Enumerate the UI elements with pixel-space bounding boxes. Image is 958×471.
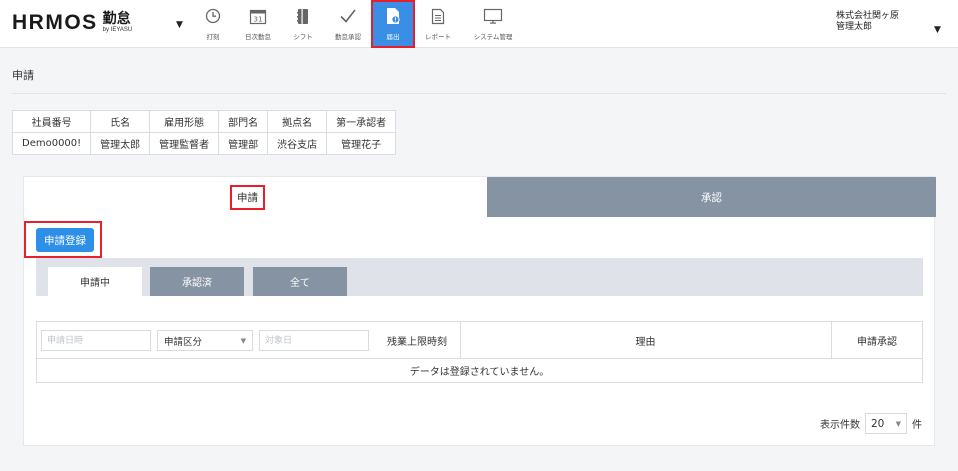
nav-label: シフト — [293, 33, 313, 41]
table-cell: Demo0000! — [11, 132, 92, 155]
top-bar: HRMOS 勤怠 by IEYASU ▼ 打刻 31 日次勤怠 シフト 勤怠承認… — [0, 0, 958, 48]
account-caret-icon[interactable]: ▼ — [934, 25, 941, 35]
report-icon — [431, 7, 445, 25]
table-cell: 管理監督者 — [149, 132, 220, 155]
tab-approve-label: 承認 — [701, 191, 722, 204]
nav-item-approval[interactable]: 勤怠承認 — [326, 0, 370, 48]
clock-icon — [205, 7, 221, 25]
nav-label: システム管理 — [473, 33, 513, 41]
logo-text: HRMOS — [12, 11, 98, 34]
target-date-input[interactable] — [259, 330, 369, 351]
table-cell: 管理花子 — [326, 132, 397, 155]
register-highlight: 申請登録 — [24, 221, 102, 258]
app-logo[interactable]: HRMOS 勤怠 by IEYASU — [12, 12, 132, 34]
tab-approve[interactable]: 承認 — [487, 177, 936, 217]
page-size-value: 20 — [871, 417, 885, 430]
nav-label: 打刻 — [206, 33, 220, 41]
table-header: 部門名 — [218, 110, 269, 133]
nav-label: レポート — [425, 33, 451, 41]
table-header: 社員番号 — [11, 110, 92, 133]
logo-kintai: 勤怠 — [102, 11, 131, 27]
tab-apply[interactable]: 申請 — [24, 177, 471, 217]
tab-approved[interactable]: 承認済 — [150, 267, 244, 296]
table-row: Demo0000! 管理太郎 管理監督者 管理部 渋谷支店 管理花子 — [11, 132, 397, 155]
table-header: 第一承認者 — [326, 110, 397, 133]
table-cell: 管理太郎 — [90, 132, 151, 155]
request-grid: 申請区分 ▼ 残業上限時刻 理由 申請承認 データは登録されていません。 — [36, 321, 923, 383]
date-filter-input[interactable] — [41, 330, 151, 351]
nav-label: 届出 — [386, 33, 400, 41]
register-request-button[interactable]: 申請登録 — [36, 228, 94, 252]
category-select[interactable]: 申請区分 ▼ — [157, 330, 253, 351]
nav-item-clock[interactable]: 打刻 — [191, 0, 235, 48]
app-switch-caret-icon[interactable]: ▼ — [176, 20, 183, 30]
monitor-icon — [483, 7, 503, 25]
logo-side: 勤怠 by IEYASU — [103, 12, 133, 34]
nav-item-system[interactable]: システム管理 — [461, 0, 525, 48]
request-icon — [385, 7, 401, 25]
table-cell: 渋谷支店 — [267, 132, 328, 155]
calendar-icon: 31 — [249, 7, 267, 25]
empty-message: データは登録されていません。 — [409, 367, 550, 378]
user-name: 管理太郎 — [836, 22, 873, 32]
overtime-col-header: 残業上限時刻 — [387, 337, 447, 348]
table-header: 雇用形態 — [149, 110, 220, 133]
svg-text:31: 31 — [254, 15, 263, 23]
page-size-unit: 件 — [912, 420, 922, 431]
check-icon — [339, 7, 357, 25]
account-menu[interactable]: 株式会社関ヶ原 管理太郎 — [836, 11, 899, 33]
tab-pending[interactable]: 申請中 — [48, 267, 142, 296]
page-size-label: 表示件数 — [820, 420, 860, 431]
tab-apply-label: 申請 — [230, 184, 265, 210]
nav-label: 勤怠承認 — [335, 33, 361, 41]
table-header: 拠点名 — [267, 110, 328, 133]
nav-item-shift[interactable]: シフト — [281, 0, 325, 48]
page-size-control: 表示件数 20 ▼ 件 — [820, 413, 922, 434]
page-title: 申請 — [12, 69, 34, 82]
employee-info-table: 社員番号 氏名 雇用形態 部門名 拠点名 第一承認者 Demo0000! 管理太… — [11, 110, 397, 155]
page-size-select[interactable]: 20 ▼ — [865, 413, 907, 434]
logo-by: by IEYASU — [102, 27, 133, 33]
main-nav: 打刻 31 日次勤怠 シフト 勤怠承認 届出 レポート システム管理 — [191, 0, 526, 48]
table-header: 氏名 — [90, 110, 151, 133]
grid-header: 申請区分 ▼ 残業上限時刻 理由 申請承認 — [37, 322, 922, 359]
tab-all[interactable]: 全て — [253, 267, 347, 296]
company-name: 株式会社関ヶ原 — [836, 11, 900, 21]
status-tabs: 申請中 承認済 全て — [36, 258, 923, 296]
table-cell: 管理部 — [218, 132, 269, 155]
nav-item-request[interactable]: 届出 — [371, 0, 415, 48]
table-header-row: 社員番号 氏名 雇用形態 部門名 拠点名 第一承認者 — [11, 110, 397, 133]
shift-icon — [296, 7, 310, 25]
chevron-down-icon: ▼ — [240, 336, 246, 345]
nav-item-daily[interactable]: 31 日次勤怠 — [236, 0, 280, 48]
nav-item-report[interactable]: レポート — [416, 0, 460, 48]
nav-label: 日次勤怠 — [245, 33, 271, 41]
category-select-value: 申請区分 — [164, 336, 203, 348]
chevron-down-icon: ▼ — [895, 419, 901, 428]
request-card: 申請 承認 申請登録 申請中 承認済 全て 申請区分 ▼ 残業上限時刻 理由 申… — [23, 176, 936, 446]
divider — [12, 93, 946, 94]
reason-col-header: 理由 — [635, 337, 656, 348]
approval-col-header: 申請承認 — [857, 337, 897, 348]
